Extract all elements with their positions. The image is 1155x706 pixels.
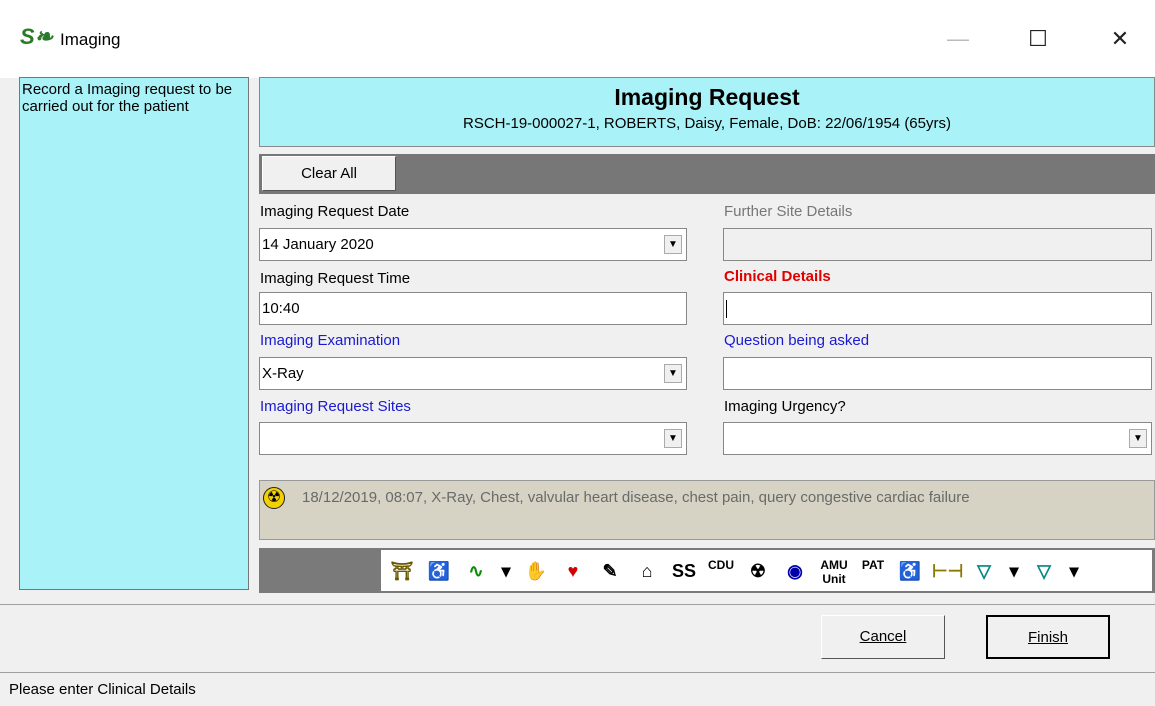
dropdown-arrow-icon[interactable]: ▾	[1006, 556, 1022, 586]
maximize-button[interactable]: ☐	[1008, 18, 1068, 60]
further-site-label: Further Site Details	[724, 203, 853, 220]
pat-icon[interactable]: PAT	[858, 558, 888, 588]
further-site-input	[723, 228, 1152, 261]
chair-icon[interactable]: ♿	[895, 556, 925, 586]
pencil-icon[interactable]: ✎	[595, 556, 625, 586]
examination-value: X-Ray	[262, 365, 304, 382]
chevron-down-icon[interactable]: ▼	[664, 364, 682, 383]
bed-icon[interactable]: ⊢⊣	[932, 556, 963, 586]
window-title: Imaging	[60, 30, 121, 49]
cancel-label: Cancel	[859, 628, 907, 645]
finish-label: Finish	[1027, 629, 1068, 646]
urgency-select[interactable]: ▼	[723, 422, 1152, 455]
clinical-details-input[interactable]	[723, 292, 1152, 325]
minimize-button[interactable]: —	[928, 18, 988, 60]
hand-icon[interactable]: ✋	[521, 556, 551, 586]
radiation-icon: ☢	[263, 487, 285, 509]
question-label: Question being asked	[724, 332, 870, 349]
ss-icon[interactable]: SS	[669, 556, 699, 586]
examination-select[interactable]: X-Ray ▼	[259, 357, 687, 390]
bandage2-icon[interactable]: ▽	[1029, 556, 1059, 586]
request-time-input[interactable]: 10:40	[259, 292, 687, 325]
request-sites-label: Imaging Request Sites	[260, 398, 411, 415]
chevron-down-icon[interactable]: ▼	[1129, 429, 1147, 448]
divider	[0, 672, 1155, 673]
bandage-icon[interactable]: ▽	[969, 556, 999, 586]
previous-request-panel: ☢ 18/12/2019, 08:07, X-Ray, Chest, valvu…	[259, 480, 1155, 540]
clear-all-button[interactable]: Clear All	[262, 156, 396, 191]
chevron-down-icon[interactable]: ▼	[664, 429, 682, 448]
help-panel: Record a Imaging request to be carried o…	[19, 77, 249, 590]
request-time-label: Imaging Request Time	[260, 270, 411, 287]
app-icon: S❧	[20, 24, 54, 49]
divider	[0, 604, 1155, 605]
amu-unit-icon[interactable]: AMU Unit	[817, 558, 851, 588]
previous-request-text: 18/12/2019, 08:07, X-Ray, Chest, valvula…	[302, 489, 970, 506]
close-button[interactable]: ✕	[1090, 18, 1150, 60]
request-time-value: 10:40	[262, 300, 300, 317]
request-sites-select[interactable]: ▼	[259, 422, 687, 455]
patient-details: RSCH-19-000027-1, ROBERTS, Daisy, Female…	[463, 115, 951, 132]
ladder-icon[interactable]: ⛩	[387, 556, 417, 586]
status-bar-text: Please enter Clinical Details	[9, 681, 196, 698]
dropdown-arrow-icon[interactable]: ▾	[498, 556, 514, 586]
ecg-icon[interactable]: ∿	[461, 556, 491, 586]
question-input[interactable]	[723, 357, 1152, 390]
wheelchair-icon[interactable]: ♿	[424, 556, 454, 586]
person-red-icon[interactable]: ♥	[558, 556, 588, 586]
radiation-icon[interactable]: ☢	[743, 556, 773, 586]
urgency-label: Imaging Urgency?	[724, 398, 846, 415]
request-date-label: Imaging Request Date	[260, 203, 410, 220]
text-cursor	[726, 300, 727, 319]
finish-button[interactable]: Finish	[986, 615, 1110, 659]
toolbar: ⛩ ♿ ∿ ▾ ✋ ♥ ✎ ⌂ SS CDU ☢ ◉ AMU Unit PAT ♿ ⊢⊣ ▽ ▾ ▽ ▾	[381, 550, 1152, 591]
request-date-select[interactable]: 14 January 2020 ▼	[259, 228, 687, 261]
chevron-down-icon[interactable]: ▼	[664, 235, 682, 254]
request-header: Imaging Request RSCH-19-000027-1, ROBERT…	[259, 77, 1155, 147]
dropdown-arrow-icon[interactable]: ▾	[1066, 556, 1082, 586]
cancel-button[interactable]: Cancel	[821, 615, 945, 659]
disc-icon[interactable]: ◉	[780, 556, 810, 586]
request-date-value: 14 January 2020	[262, 236, 374, 253]
cdu-icon[interactable]: CDU	[706, 558, 736, 588]
clinical-details-label: Clinical Details	[724, 268, 831, 285]
examination-label: Imaging Examination	[260, 332, 401, 349]
page-title: Imaging Request	[614, 84, 800, 110]
title-bar: S❧ Imaging — ☐ ✕	[0, 0, 1155, 78]
home-icon[interactable]: ⌂	[632, 556, 662, 586]
